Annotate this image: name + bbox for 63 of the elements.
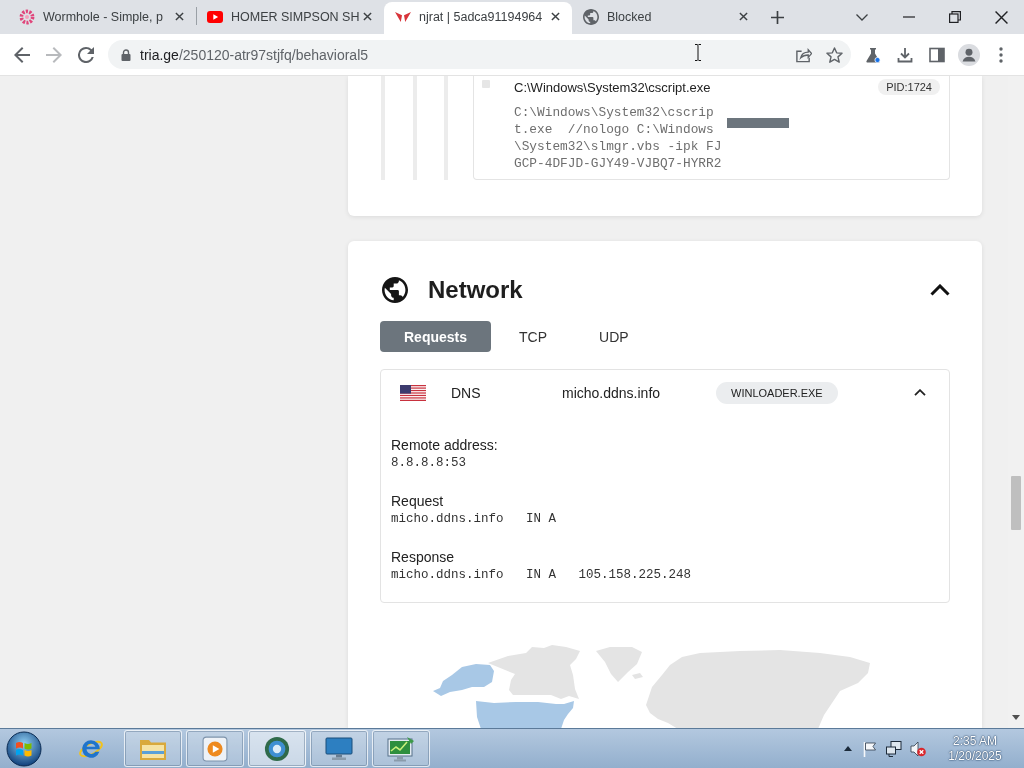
taskbar-button[interactable] [248,730,306,767]
new-tab-icon[interactable] [771,11,784,24]
play-icon [207,8,223,25]
chevron-up-icon[interactable] [930,284,950,296]
menu-icon[interactable] [999,46,1003,63]
share-icon[interactable] [795,46,812,63]
caret-up-icon[interactable] [914,389,926,396]
triangle-up-icon[interactable] [844,746,852,751]
browser-tab[interactable]: Wormhole - Simple, p [8,2,196,34]
flask-icon[interactable] [865,46,881,63]
flag-icon[interactable] [862,740,878,757]
globe-icon [583,8,599,25]
network-tab[interactable]: Requests [380,321,492,352]
browser-tab[interactable]: njrat | 5adca91194964 [384,2,572,34]
detail-label: Response [391,548,455,566]
browser-tab[interactable]: HOMER SIMPSON SH [196,2,384,34]
taskbar-button[interactable] [372,730,430,767]
restore-icon[interactable] [949,11,961,23]
lock-icon [121,48,131,61]
flag-icon [400,384,426,401]
redaction-bar [727,118,789,128]
square-icon [482,80,490,88]
close-icon[interactable] [739,12,748,21]
browser-tab[interactable]: Blocked [572,2,760,34]
detail-value: micho.ddns.info IN A 105.158.225.248 [391,567,692,584]
detail-value: 8.8.8.8:53 [391,455,466,472]
section-title: Network [428,276,523,304]
command-text: C:\Windows\System32\cscrip t.exe //nologo C:\Windows \System32\slmgr.vbs -ipk FJ GCP-4DFJD-GJY49-VJBQ7-HYRR2 [514,104,722,172]
back-icon[interactable] [14,46,30,63]
muted-speaker-icon[interactable] [910,740,926,757]
chevron-down-icon[interactable] [856,13,868,21]
close-icon[interactable] [551,12,560,21]
detail-label: Request [391,492,444,510]
process-path: C:\Windows\System32\cscript.exe [514,79,711,95]
star-icon[interactable] [826,46,843,63]
process-badge: WINLOADER.EXE [716,381,838,404]
url-text: tria.ge/250120-atr97stjfq/behavioral5 [140,46,369,63]
reload-icon[interactable] [78,46,94,63]
ring-icon [263,735,291,762]
side-panel-icon[interactable] [929,46,945,63]
domain-text: micho.ddns.info [562,384,662,401]
close-icon[interactable] [175,12,184,21]
network-icon[interactable] [886,740,902,757]
monitor-icon [325,735,353,762]
network-tab[interactable]: UDP [575,321,653,352]
download-icon[interactable] [897,46,913,63]
avatar-icon[interactable] [958,43,980,66]
taskbar-button[interactable] [310,730,368,767]
pid-badge: PID:1724 [878,79,940,95]
start-orb-icon[interactable] [6,730,42,767]
detail-value: micho.ddns.info IN A [391,511,557,528]
address-bar[interactable]: tria.ge/250120-atr97stjfq/behavioral5 [108,40,851,69]
network-tab[interactable]: TCP [495,321,572,352]
close-icon[interactable] [363,12,372,21]
flower-icon [19,8,35,25]
scrollbar-thumb[interactable] [1011,476,1021,530]
globe-icon [382,277,408,303]
protocol-text: DNS [451,384,482,401]
text-cursor-icon [694,44,702,61]
chart-monitor-icon [387,735,415,762]
scroll-down-icon[interactable] [1012,715,1020,720]
close-icon[interactable] [994,10,1008,24]
detail-label: Remote address: [391,436,498,454]
